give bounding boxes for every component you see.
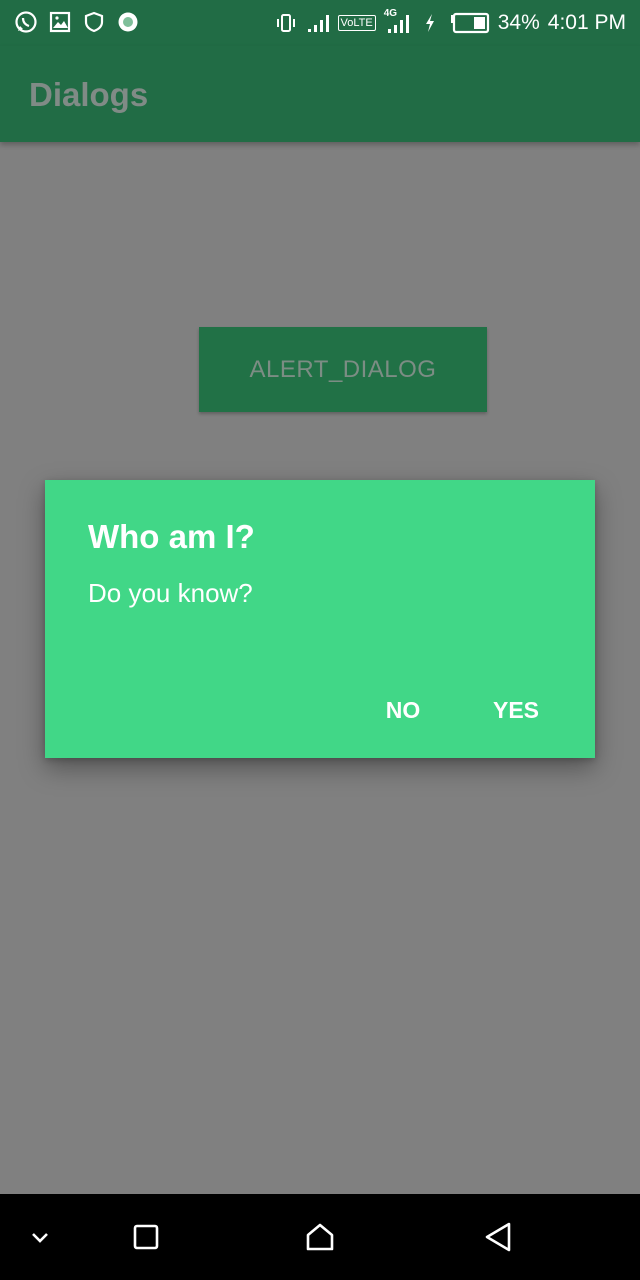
no-button[interactable]: NO bbox=[375, 692, 431, 728]
recents-icon[interactable] bbox=[121, 1212, 171, 1262]
battery-percentage: 34% bbox=[497, 11, 540, 34]
navigation-bar bbox=[0, 1194, 640, 1280]
notification-icons bbox=[14, 10, 140, 34]
alert-dialog-button[interactable]: ALERT_DIALOG bbox=[199, 327, 487, 412]
vibrate-icon bbox=[274, 11, 298, 35]
page-title: Dialogs bbox=[29, 76, 149, 113]
dialog-title: Who am I? bbox=[88, 518, 255, 555]
status-bar: VoLTE 4G 34% 4:01 PM bbox=[0, 0, 640, 46]
home-icon[interactable] bbox=[295, 1212, 345, 1262]
charging-icon bbox=[418, 11, 442, 35]
app-bar: Dialogs bbox=[0, 46, 640, 142]
dialog-message: Do you know? bbox=[88, 578, 253, 608]
4g-signal-icon: 4G bbox=[384, 8, 410, 35]
battery-icon bbox=[450, 11, 490, 35]
circle-record-icon bbox=[116, 10, 140, 34]
clock: 4:01 PM bbox=[547, 11, 626, 34]
whatsapp-icon bbox=[14, 10, 38, 34]
system-status-icons: VoLTE 4G 34% 4:01 PM bbox=[274, 8, 626, 37]
volte-icon: VoLTE bbox=[337, 15, 376, 31]
shield-icon bbox=[82, 10, 106, 34]
alert-dialog: Who am I? Do you know? NO YES bbox=[45, 480, 595, 758]
chevron-down-icon[interactable] bbox=[15, 1212, 65, 1262]
signal-icon bbox=[306, 11, 330, 35]
image-icon bbox=[48, 10, 72, 34]
yes-button[interactable]: YES bbox=[485, 692, 547, 728]
back-icon[interactable] bbox=[473, 1212, 523, 1262]
